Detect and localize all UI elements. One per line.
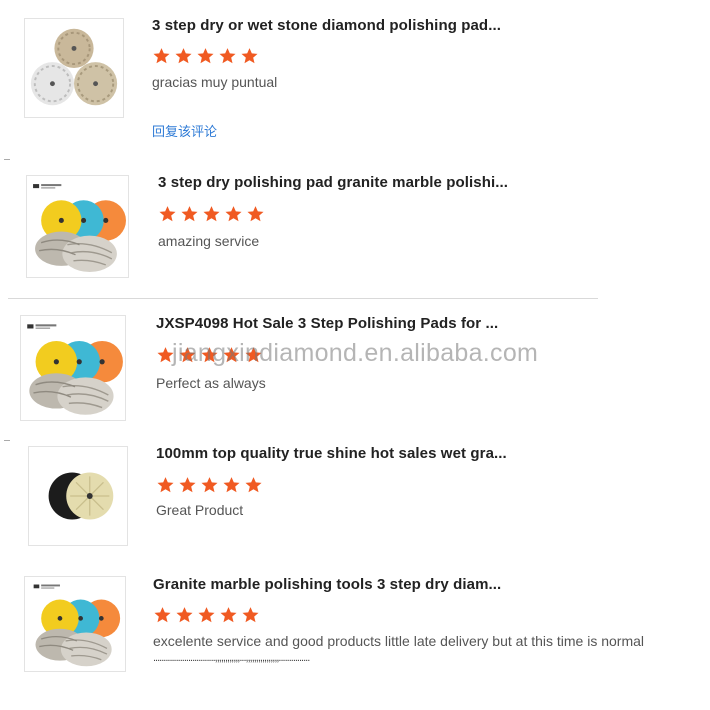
- star-icon: [241, 606, 260, 624]
- star-icon: [244, 346, 263, 364]
- review-product-title[interactable]: Granite marble polishing tools 3 step dr…: [153, 576, 501, 593]
- black-white-polishing-pads-icon[interactable]: [28, 446, 128, 546]
- colored-polishing-pads-icon[interactable]: [26, 175, 129, 278]
- star-rating: [153, 606, 260, 624]
- review-product-title[interactable]: JXSP4098 Hot Sale 3 Step Polishing Pads …: [156, 315, 498, 332]
- star-icon: [196, 47, 215, 65]
- review-comment: excelente service and good products litt…: [153, 633, 645, 649]
- colored-polishing-pads-icon[interactable]: [20, 315, 126, 421]
- star-icon: [197, 606, 216, 624]
- reply-link[interactable]: 回复该评论: [152, 121, 217, 140]
- star-icon: [222, 346, 241, 364]
- divider: [4, 159, 10, 160]
- star-icon: [174, 47, 193, 65]
- divider: [8, 298, 598, 299]
- review-comment: Great Product: [156, 502, 244, 518]
- star-icon: [180, 205, 199, 223]
- star-icon: [244, 476, 263, 494]
- star-rating: [156, 476, 263, 494]
- star-icon: [175, 606, 194, 624]
- colored-polishing-pads-icon[interactable]: [24, 576, 126, 672]
- star-icon: [240, 47, 259, 65]
- star-icon: [222, 476, 241, 494]
- star-rating: [158, 205, 265, 223]
- review-comment-continuation: ..............................,,,,,,,,,,…: [153, 652, 310, 664]
- star-icon: [156, 476, 175, 494]
- star-icon: [156, 346, 175, 364]
- star-icon: [224, 205, 243, 223]
- star-rating: [156, 346, 263, 364]
- star-rating: [152, 47, 259, 65]
- review-product-title[interactable]: 3 step dry polishing pad granite marble …: [158, 174, 508, 191]
- star-icon: [218, 47, 237, 65]
- review-comment: gracias muy puntual: [152, 74, 278, 90]
- star-icon: [200, 346, 219, 364]
- star-icon: [178, 476, 197, 494]
- star-icon: [152, 47, 171, 65]
- star-icon: [153, 606, 172, 624]
- review-product-title[interactable]: 3 step dry or wet stone diamond polishin…: [152, 17, 501, 34]
- star-icon: [158, 205, 177, 223]
- review-product-title[interactable]: 100mm top quality true shine hot sales w…: [156, 445, 507, 462]
- star-icon: [200, 476, 219, 494]
- star-icon: [202, 205, 221, 223]
- star-icon: [246, 205, 265, 223]
- white-polishing-pads-icon[interactable]: [24, 18, 124, 118]
- divider: [4, 440, 10, 441]
- star-icon: [178, 346, 197, 364]
- review-comment: Perfect as always: [156, 375, 266, 391]
- review-comment: amazing service: [158, 233, 260, 249]
- star-icon: [219, 606, 238, 624]
